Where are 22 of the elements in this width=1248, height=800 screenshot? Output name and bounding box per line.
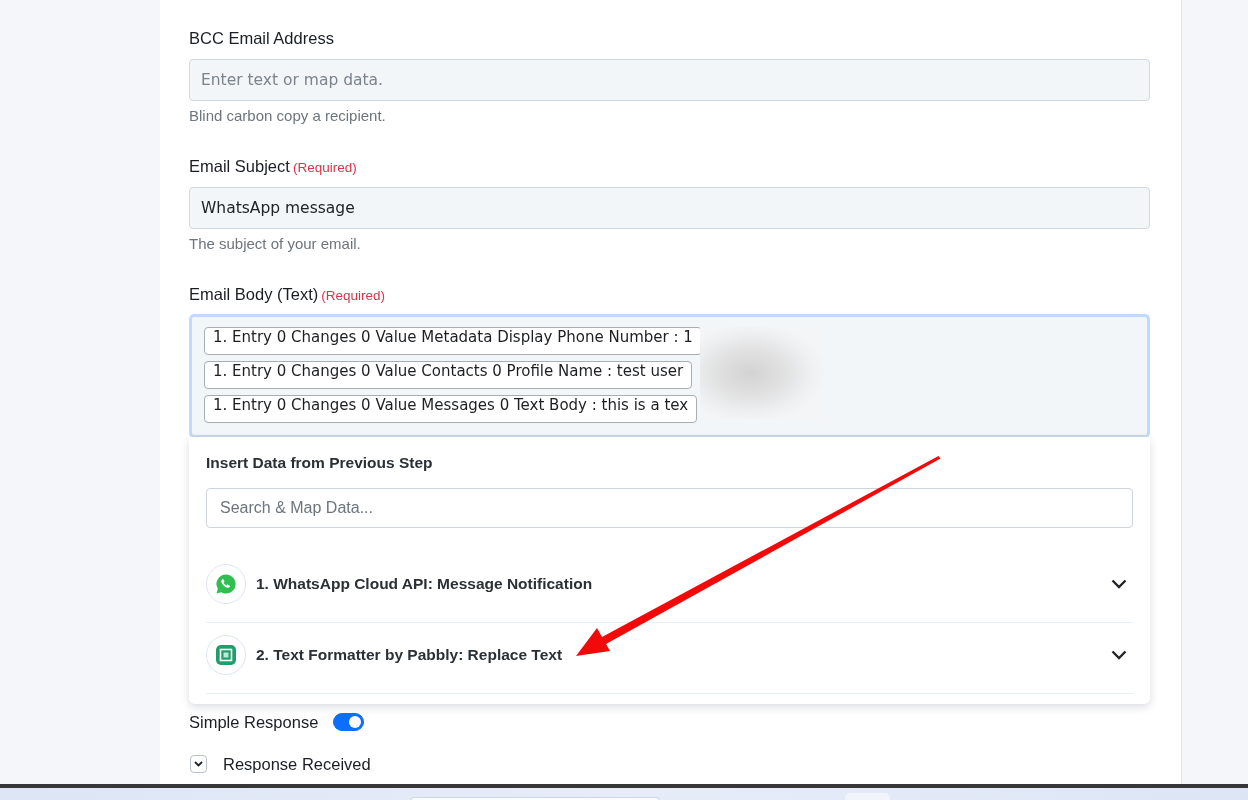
section-title: Response Received	[223, 754, 371, 774]
mapped-data-chip: 1. Entry 0 Changes 0 Value Metadata Display Phone Number : 1	[204, 327, 702, 355]
text-input[interactable]: Enter text or map data.	[189, 59, 1150, 101]
toggle-switch[interactable]	[333, 713, 365, 731]
field-label: Email Subject	[189, 156, 290, 176]
help-text: The subject of your email.	[189, 235, 362, 253]
field-label: BCC Email Address	[189, 28, 334, 48]
mapped-data-chip: 1. Entry 0 Changes 0 Value Messages 0 Text Body : this is a tex	[204, 395, 698, 423]
search-field[interactable]: Search & Map Data...	[206, 488, 1133, 528]
toggle-label: Simple Response	[189, 712, 319, 732]
help-text: Blind carbon copy a recipient.	[189, 107, 387, 125]
text-input[interactable]: WhatsApp message	[189, 187, 1150, 229]
required-tag: (Required)	[321, 286, 386, 306]
picker-title: Insert Data from Previous Step	[206, 453, 434, 473]
mapped-data-chip: 1. Entry 0 Changes 0 Value Contacts 0 Profile Name : test user	[204, 361, 693, 389]
mapped-data-field[interactable]: 1. Entry 0 Changes 0 Value Metadata Display Phone Number : 1 1. Entry 0 Changes 0 Value Contacts 0 Profile Name : test user 1. Entry 0 Changes 0 Value Messages 0 Text Body : this is a tex	[189, 314, 1150, 438]
field-label: Email Body (Text)	[189, 284, 319, 304]
square-frame-icon	[206, 635, 246, 675]
chat-bubble-icon	[206, 564, 246, 604]
required-tag: (Required)	[292, 158, 357, 178]
chevron-down-icon	[194, 761, 203, 767]
expand-button[interactable]	[190, 755, 207, 773]
